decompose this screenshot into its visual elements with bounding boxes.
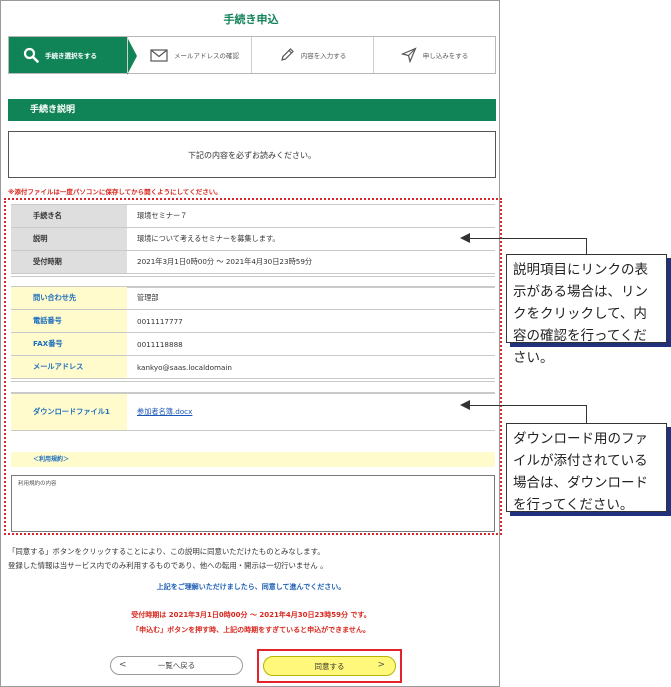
step-apply: 申し込みをする — [373, 37, 495, 73]
agreement-text: 「同意する」ボタンをクリックすることにより、この説明に同意いただけたものとみなし… — [8, 545, 498, 573]
pencil-icon — [279, 47, 295, 63]
agreement-line-2: 登録した情報は当サービス内でのみ利用するものであり、他への転用・開示は一切行いま… — [8, 561, 328, 570]
arrowhead-icon — [460, 233, 470, 243]
callout-leader — [468, 238, 586, 239]
period-message: 受付時期は 2021年3月1日0時00分 ～ 2021年4月30日23時59分 … — [131, 611, 371, 619]
callout-leader — [586, 405, 587, 424]
notice-box: 下記の内容を必ずお読みください。 — [8, 131, 496, 178]
step-label: メールアドレスの確認 — [174, 52, 239, 60]
step-label: 申し込みをする — [422, 52, 469, 60]
callout-leader — [468, 405, 586, 406]
attachment-warning: ※添付ファイルは一度パソコンに保存してから開くようにしてください。 — [8, 188, 222, 196]
proceed-message: 上記をご理解いただけましたら、同意して進んでください。 — [156, 583, 346, 591]
section-title: 手続き説明 — [8, 99, 496, 121]
procedure-window: 手続き申込 手続き選択をする メールアドレスの確認 内容を入力する 申し込みをす… — [0, 0, 502, 687]
agreement-line-1: 「同意する」ボタンをクリックすることにより、この説明に同意いただけたものとみなし… — [8, 547, 325, 556]
page-title: 手続き申込 — [223, 13, 279, 26]
link-callout: 説明項目にリンクの表示がある場合は、リンクをクリックして、内容の確認を行ってくだ… — [506, 254, 667, 366]
back-button-label: 一覧へ戻る — [157, 661, 196, 670]
arrowhead-icon — [460, 400, 470, 410]
back-to-list-button[interactable]: < 一覧へ戻る — [110, 656, 243, 675]
step-enter-content: 内容を入力する — [251, 37, 373, 73]
callout-leader — [586, 238, 587, 255]
step-label: 内容を入力する — [300, 52, 347, 60]
mail-icon — [150, 48, 168, 62]
chevron-right-icon: > — [377, 660, 385, 670]
step-indicator: 手続き選択をする メールアドレスの確認 内容を入力する 申し込みをする — [8, 36, 496, 75]
download-callout: ダウンロード用のファイルが添付されている場合は、ダウンロードを行ってください。 — [506, 423, 667, 513]
agree-button-label: 同意する — [314, 661, 345, 671]
step-select-procedure: 手続き選択をする — [9, 37, 137, 75]
step-label: 手続き選択をする — [45, 52, 97, 60]
search-icon — [23, 47, 39, 63]
send-icon — [400, 47, 417, 63]
explanation-highlight — [4, 198, 502, 535]
deadline-message: 「申込む」ボタンを押す時、上記の時期をすぎていると申込ができません。 — [132, 626, 370, 634]
agree-button[interactable]: 同意する > — [263, 656, 396, 676]
step-confirm-email: メールアドレスの確認 — [127, 37, 251, 73]
chevron-left-icon: < — [119, 660, 127, 670]
